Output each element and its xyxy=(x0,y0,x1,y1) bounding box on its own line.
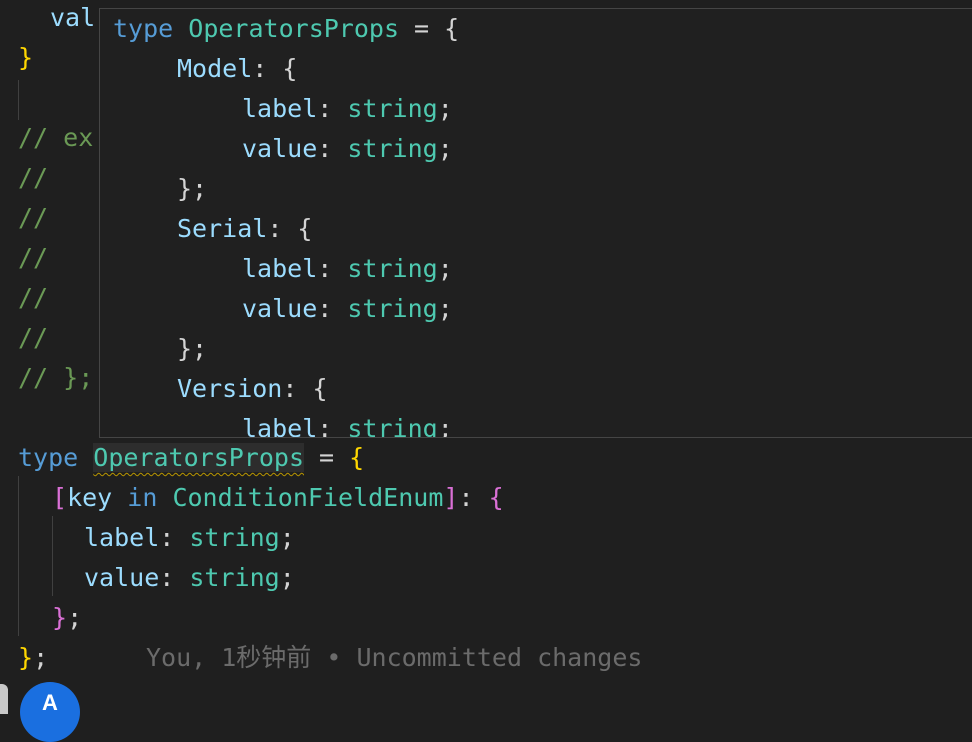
hover-token: : xyxy=(317,294,348,323)
code-token: : xyxy=(159,523,190,552)
hover-line: value: string; xyxy=(242,289,453,329)
status-bar-edge xyxy=(0,684,8,714)
hover-token: }; xyxy=(177,174,208,203)
hover-tooltip[interactable]: type OperatorsProps = { Model: { label: … xyxy=(99,8,972,438)
hover-line: value: string; xyxy=(242,129,453,169)
comment-text: // xyxy=(18,323,49,352)
hover-token: type xyxy=(113,14,174,43)
hover-token: : { xyxy=(267,214,313,243)
indent-guide xyxy=(52,516,53,596)
hover-token: value xyxy=(242,134,318,163)
code-token: : xyxy=(458,483,489,512)
code-token: { xyxy=(349,443,365,472)
code-token: ; xyxy=(279,563,295,592)
hover-line: Serial: { xyxy=(177,209,312,249)
code-token: ConditionFieldEnum xyxy=(172,483,444,512)
hover-token: = { xyxy=(399,14,460,43)
code-token: in xyxy=(127,483,158,512)
comment-line: // xyxy=(18,238,48,278)
code-line: value: string; xyxy=(84,558,295,598)
code-token: ; xyxy=(67,603,83,632)
git-blame-text: You, 1秒钟前 • Uncommitted changes xyxy=(146,643,643,672)
code-line: }; xyxy=(18,638,48,678)
code-token: ; xyxy=(279,523,295,552)
hover-token: label xyxy=(242,414,318,438)
hover-line: label: string; xyxy=(242,249,453,289)
hover-token: label xyxy=(242,94,318,123)
code-token: value xyxy=(84,563,160,592)
comment-line: // ex xyxy=(18,118,93,158)
code-line: type OperatorsProps = { xyxy=(18,438,364,478)
code-line: val xyxy=(50,0,95,38)
code-token: ; xyxy=(33,643,49,672)
comment-text: // ex xyxy=(18,123,94,152)
hover-token: string xyxy=(347,414,438,438)
avatar-letter: A xyxy=(42,690,58,715)
hover-token: : xyxy=(317,94,348,123)
comment-line: // }; xyxy=(18,358,93,398)
hover-token: string xyxy=(347,294,438,323)
type-name-identifier[interactable]: OperatorsProps xyxy=(93,443,304,472)
indent-guide xyxy=(18,80,19,120)
comment-line: // xyxy=(18,198,48,238)
code-token: { xyxy=(488,483,504,512)
hover-token: : { xyxy=(282,374,328,403)
hover-token: Serial xyxy=(177,214,268,243)
comment-text: // xyxy=(18,243,49,272)
code-line: } xyxy=(18,38,33,78)
hover-token: Version xyxy=(177,374,283,403)
code-token: string xyxy=(189,523,280,552)
hover-line: }; xyxy=(177,169,207,209)
hover-token: string xyxy=(347,94,438,123)
hover-line: Model: { xyxy=(177,49,297,89)
code-token: val xyxy=(50,3,96,32)
code-token: : xyxy=(159,563,190,592)
code-token: [ xyxy=(52,483,68,512)
hover-line: type OperatorsProps = { xyxy=(113,9,459,49)
hover-token: value xyxy=(242,294,318,323)
hover-token: ; xyxy=(437,254,453,283)
hover-token: : { xyxy=(252,54,298,83)
hover-line: }; xyxy=(177,329,207,369)
comment-line: // xyxy=(18,318,48,358)
hover-token: OperatorsProps xyxy=(188,14,399,43)
hover-token: ; xyxy=(437,134,453,163)
code-token: } xyxy=(18,643,34,672)
comment-text: // xyxy=(18,203,49,232)
code-token: = xyxy=(304,443,350,472)
hover-token: string xyxy=(347,254,438,283)
hover-token: : xyxy=(317,134,348,163)
code-token: string xyxy=(189,563,280,592)
hover-token: : xyxy=(317,414,348,438)
comment-line: // xyxy=(18,158,48,198)
hover-line: Version: { xyxy=(177,369,328,409)
code-line: }; xyxy=(52,598,82,638)
code-line: label: string; xyxy=(84,518,295,558)
hover-token: ; xyxy=(437,294,453,323)
code-token: } xyxy=(52,603,68,632)
hover-token: ; xyxy=(437,94,453,123)
account-avatar-badge[interactable]: A xyxy=(20,682,80,742)
comment-text: // xyxy=(18,283,49,312)
hover-token: label xyxy=(242,254,318,283)
code-token: } xyxy=(18,43,34,72)
type-keyword: type xyxy=(18,443,79,472)
git-blame-annotation[interactable]: You, 1秒钟前 • Uncommitted changes xyxy=(146,638,642,678)
hover-line: label: string; xyxy=(242,409,453,438)
comment-text: // }; xyxy=(18,363,94,392)
indent-guide xyxy=(18,476,19,636)
hover-token: ; xyxy=(437,414,453,438)
hover-token: : xyxy=(317,254,348,283)
code-token: ] xyxy=(443,483,459,512)
hover-token: string xyxy=(347,134,438,163)
code-token: label xyxy=(84,523,160,552)
hover-line: label: string; xyxy=(242,89,453,129)
comment-line: // xyxy=(18,278,48,318)
code-line: [key in ConditionFieldEnum]: { xyxy=(52,478,504,518)
code-token: key xyxy=(67,483,113,512)
hover-token: }; xyxy=(177,334,208,363)
hover-token: Model xyxy=(177,54,253,83)
comment-text: // xyxy=(18,163,49,192)
